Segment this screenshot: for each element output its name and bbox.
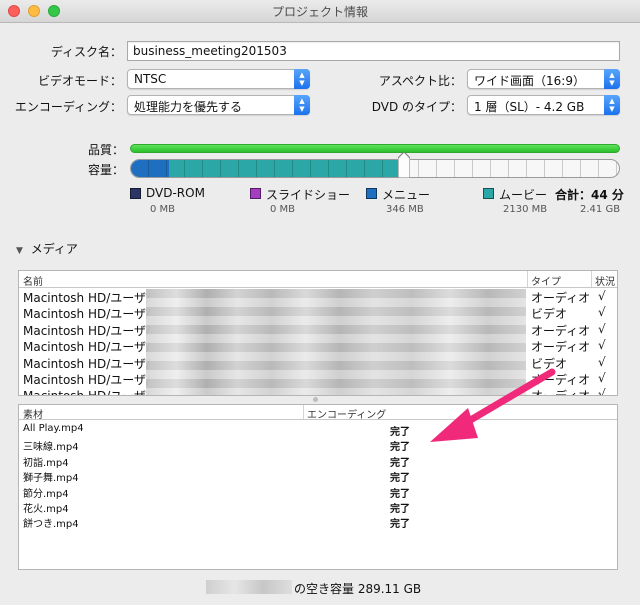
legend-swatch (366, 188, 377, 199)
encoding-label: エンコーディング： (14, 100, 122, 114)
asset-encoding-status: 完了 (390, 504, 410, 515)
encoding-value: 処理能力を優先する (134, 100, 243, 114)
window-title: プロジェクト情報 (271, 5, 368, 19)
list-item[interactable]: 初詣.mp4 完了 (19, 453, 617, 469)
media-name: Macintosh HD/ユーザ/ (23, 387, 150, 395)
quality-label: 品質： (87, 143, 124, 157)
disclosure-triangle-icon: ▼ (16, 246, 23, 256)
media-status-check: √ (598, 305, 606, 320)
disk-name-field[interactable]: business_meeting201503 (127, 41, 620, 61)
legend-swatch (250, 188, 261, 199)
list-item[interactable]: 餅つき.mp4 完了 (19, 514, 617, 531)
media-status-check: √ (598, 387, 606, 396)
redacted-path-pattern (146, 289, 526, 395)
list-item[interactable]: 三味線.mp4 完了 (19, 437, 617, 454)
capacity-meter-ticks (131, 160, 619, 177)
asset-encoding-status: 完了 (390, 473, 410, 485)
aspect-ratio-popup[interactable]: ワイド画面（16:9） ▲ ▼ (467, 69, 620, 89)
media-table-header: 名前 タイプ 状況 (19, 271, 617, 288)
legend-label: ムービー (499, 188, 548, 202)
video-mode-popup[interactable]: NTSC ▲ ▼ (127, 69, 310, 89)
asset-encoding-status: 完了 (390, 442, 410, 454)
assets-table-header: 素材 エンコーディング (19, 405, 617, 421)
legend-size: 346 MB (386, 204, 424, 215)
legend-size: 0 MB (270, 204, 296, 215)
redacted-volume-name (206, 580, 292, 594)
column-header-type[interactable]: タイプ (531, 273, 561, 288)
media-type: オーディオ (531, 387, 590, 395)
asset-name: 花火.mp4 (23, 504, 69, 515)
legend-label: DVD-ROM (146, 186, 205, 200)
asset-encoding-status: 完了 (390, 427, 410, 438)
popup-arrows-icon: ▲ ▼ (294, 69, 310, 89)
capacity-marker-icon (398, 152, 410, 178)
list-item[interactable]: 獅子舞.mp4 完了 (19, 468, 617, 485)
aspect-ratio-label: アスペクト比： (378, 74, 462, 88)
title-bar: プロジェクト情報 (0, 0, 640, 23)
column-divider (527, 271, 528, 287)
legend-swatch (130, 188, 141, 199)
popup-arrows-icon: ▲ ▼ (604, 69, 620, 89)
asset-name: 節分.mp4 (23, 488, 69, 500)
video-mode-value: NTSC (134, 72, 167, 86)
column-header-material[interactable]: 素材 (23, 406, 43, 421)
media-status-check: √ (598, 371, 606, 385)
media-status-check: √ (598, 289, 606, 303)
media-section-label: メディア (30, 242, 78, 256)
legend-label: メニュー (382, 188, 431, 202)
column-header-encoding[interactable]: エンコーディング (307, 406, 386, 421)
media-status-check: √ (598, 338, 606, 353)
column-divider (591, 271, 592, 287)
capacity-meter (130, 159, 620, 178)
dvd-type-popup[interactable]: 1 層（SL）- 4.2 GB ▲ ▼ (467, 95, 620, 115)
asset-encoding-status: 完了 (390, 519, 410, 531)
list-item[interactable]: 節分.mp4 完了 (19, 484, 617, 500)
legend-size: 2130 MB (503, 204, 548, 215)
column-header-status[interactable]: 状況 (595, 273, 615, 288)
media-table[interactable]: 名前 タイプ 状況 Macintosh HD/ユーザ/オーディオ √ Macinto… (18, 270, 618, 396)
disk-name-label: ディスク名： (50, 45, 122, 59)
assets-table[interactable]: 素材 エンコーディング All Play.mp4 完了 三味線.mp4 完了 初詣.mp… (18, 404, 618, 570)
asset-encoding-status: 完了 (390, 488, 410, 500)
media-status-check: √ (598, 354, 606, 369)
split-view-handle[interactable] (313, 397, 318, 402)
legend-size: 0 MB (150, 204, 176, 215)
asset-name: All Play.mp4 (23, 423, 84, 434)
list-item[interactable]: All Play.mp4 完了 (19, 422, 617, 438)
dvd-type-value: 1 層（SL）- 4.2 GB (474, 100, 585, 114)
popup-arrows-icon: ▲ ▼ (604, 95, 620, 115)
capacity-label: 容量： (87, 163, 124, 177)
media-disclosure[interactable]: ▼ メディア (16, 240, 78, 257)
list-item[interactable]: 花火.mp4 完了 (19, 499, 617, 515)
column-divider (303, 405, 304, 419)
asset-name: 三味線.mp4 (23, 442, 79, 454)
asset-name: 餅つき.mp4 (23, 519, 79, 531)
asset-name: 獅子舞.mp4 (23, 473, 79, 485)
asset-encoding-status: 完了 (390, 457, 410, 469)
quality-meter (130, 144, 620, 153)
free-space-text: の空き容量 289.11 GB (294, 582, 422, 596)
popup-arrows-icon: ▲ ▼ (294, 95, 310, 115)
encoding-popup[interactable]: 処理能力を優先する ▲ ▼ (127, 95, 310, 115)
column-header-name[interactable]: 名前 (23, 273, 43, 288)
video-mode-label: ビデオモード： (37, 74, 122, 88)
total-duration: 合計：44 分 (555, 188, 624, 202)
aspect-ratio-value: ワイド画面（16:9） (474, 74, 585, 88)
legend-swatch (483, 188, 494, 199)
legend-label: スライドショー (266, 188, 351, 202)
total-size: 2.41 GB (580, 204, 621, 215)
asset-name: 初詣.mp4 (23, 457, 69, 469)
dvd-type-label: DVD のタイプ： (371, 100, 462, 114)
media-status-check: √ (598, 321, 606, 336)
